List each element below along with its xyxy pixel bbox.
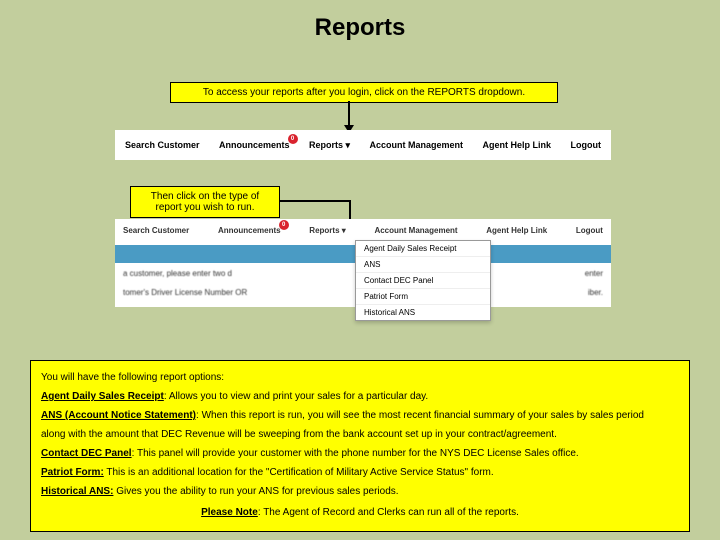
dropdown-item-contact-dec[interactable]: Contact DEC Panel [356,273,490,289]
nav-announcements[interactable]: Announcements 0 [219,140,290,150]
footer-line-historical: Historical ANS: Gives you the ability to… [41,483,679,500]
callout-report-type: Then click on the type of report you wis… [130,186,280,218]
footer-note: Please Note: The Agent of Record and Cle… [41,504,679,521]
callout-access-reports: To access your reports after you login, … [170,82,558,103]
blur-left2: tomer's Driver License Number OR [123,288,247,297]
nav-account-management[interactable]: Account Management [370,140,464,150]
arrow-down-icon [348,101,350,127]
nav2-announcements[interactable]: Announcements 0 [218,226,281,235]
announcements-badge: 0 [288,134,298,144]
nav2-announcements-label: Announcements [218,226,281,235]
reports-dropdown-menu: Agent Daily Sales Receipt ANS Contact DE… [355,240,491,321]
nav-reports[interactable]: Reports ▾ [309,140,350,151]
footer-intro: You will have the following report optio… [41,369,679,386]
dropdown-item-ans[interactable]: ANS [356,257,490,273]
dropdown-item-patriot[interactable]: Patriot Form [356,289,490,305]
dropdown-item-agent-daily[interactable]: Agent Daily Sales Receipt [356,241,490,257]
dropdown-item-historical[interactable]: Historical ANS [356,305,490,320]
page-title: Reports [0,0,720,50]
footer-line-contact-dec: Contact DEC Panel: This panel will provi… [41,445,679,462]
blur-right: enter [585,269,603,278]
announcements-badge-2: 0 [279,220,289,230]
blur-left: a customer, please enter two d [123,269,232,278]
footer-line-patriot: Patriot Form: This is an additional loca… [41,464,679,481]
nav-announcements-label: Announcements [219,140,290,150]
nav2-agent-help[interactable]: Agent Help Link [486,226,547,235]
blur-right2: iber. [588,288,603,297]
chevron-down-icon: ▾ [346,140,351,150]
footer-line-ans-cont: along with the amount that DEC Revenue w… [41,426,679,443]
navbar-screenshot-1: Search Customer Announcements 0 Reports … [115,130,611,160]
nav-logout[interactable]: Logout [570,140,601,150]
footer-line-agent-daily: Agent Daily Sales Receipt: Allows you to… [41,388,679,405]
nav-reports-label: Reports [309,140,343,150]
nav-search-customer[interactable]: Search Customer [125,140,200,150]
report-options-description: You will have the following report optio… [30,360,690,532]
nav-agent-help[interactable]: Agent Help Link [483,140,552,150]
nav2-logout[interactable]: Logout [576,226,603,235]
nav2-reports[interactable]: Reports ▾ [309,226,345,235]
nav2-search-customer[interactable]: Search Customer [123,226,189,235]
footer-line-ans: ANS (Account Notice Statement): When thi… [41,407,679,424]
nav2-account-management[interactable]: Account Management [374,226,457,235]
